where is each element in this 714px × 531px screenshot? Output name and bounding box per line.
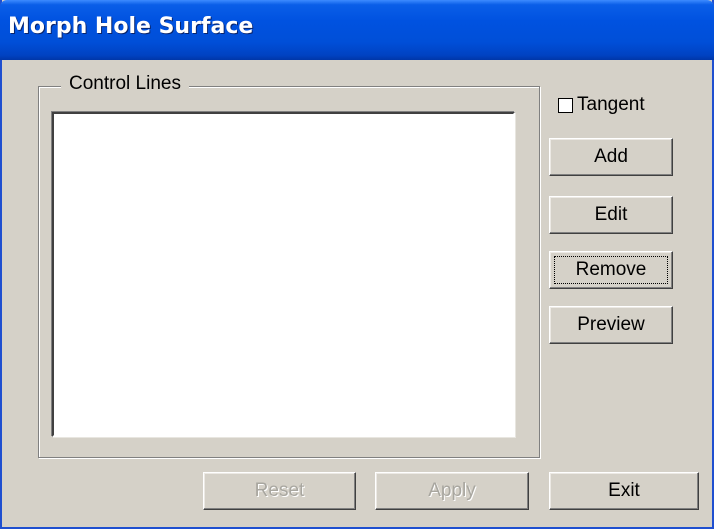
tangent-checkbox[interactable] bbox=[558, 97, 573, 113]
control-lines-label: Control Lines bbox=[61, 73, 189, 95]
tangent-label[interactable]: Tangent bbox=[577, 94, 645, 116]
preview-button[interactable]: Preview bbox=[549, 306, 673, 344]
dialog-window: Morph Hole Surface Control Lines Tangent… bbox=[0, 0, 714, 529]
apply-button[interactable]: Apply bbox=[375, 472, 529, 510]
window-title: Morph Hole Surface bbox=[8, 14, 254, 39]
add-button[interactable]: Add bbox=[549, 138, 673, 176]
tangent-option[interactable]: Tangent bbox=[558, 94, 645, 116]
exit-button[interactable]: Exit bbox=[549, 472, 699, 510]
edit-button[interactable]: Edit bbox=[549, 196, 673, 234]
title-bar[interactable]: Morph Hole Surface bbox=[0, 0, 714, 60]
control-lines-list[interactable] bbox=[52, 112, 515, 437]
dialog-body: Control Lines Tangent Add Edit Remove Pr… bbox=[2, 60, 712, 527]
control-lines-group: Control Lines bbox=[38, 73, 540, 458]
remove-button[interactable]: Remove bbox=[549, 251, 673, 289]
reset-button[interactable]: Reset bbox=[203, 472, 356, 510]
